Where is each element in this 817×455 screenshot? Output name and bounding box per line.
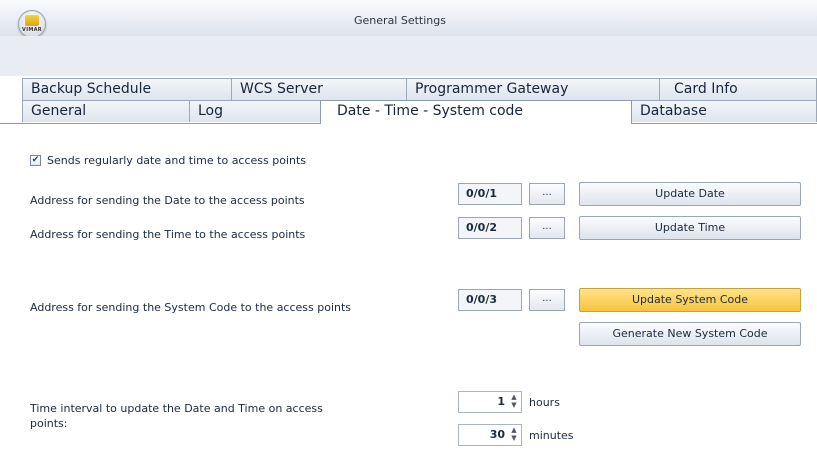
update-date-button[interactable]: Update Date <box>579 182 801 206</box>
syscode-address-field[interactable]: 0/0/3 <box>458 289 522 311</box>
minutes-unit-label: minutes <box>529 429 574 442</box>
interval-label-line1: Time interval to update the Date and Tim… <box>30 402 323 415</box>
logo-box <box>25 15 39 26</box>
tab-date-time-system-code[interactable]: Date - Time - System code <box>320 100 632 124</box>
logo-text: VIMAR <box>22 27 42 33</box>
hours-spinner[interactable]: 1 ▲ ▼ <box>458 391 522 413</box>
syscode-browse-button[interactable]: ... <box>529 289 565 311</box>
tab-programmer-gateway[interactable]: Programmer Gateway <box>406 78 660 100</box>
tab-database[interactable]: Database <box>631 100 817 122</box>
tab-wcs-server[interactable]: WCS Server <box>231 78 407 100</box>
window-title: General Settings <box>354 14 446 27</box>
title-bar: VIMAR General Settings <box>0 0 817 38</box>
tab-card-info[interactable]: Card Info <box>659 78 817 100</box>
hours-spin-arrows-icon[interactable]: ▲ ▼ <box>509 393 519 411</box>
sends-regularly-label: Sends regularly date and time to access … <box>47 154 307 167</box>
syscode-address-label: Address for sending the System Code to t… <box>30 301 352 314</box>
tab-general[interactable]: General <box>22 100 190 122</box>
date-address-field[interactable]: 0/0/1 <box>458 183 522 205</box>
tab-strip <box>0 36 817 76</box>
time-address-label: Address for sending the Time to the acce… <box>30 228 306 241</box>
tab-backup-schedule[interactable]: Backup Schedule <box>22 78 232 100</box>
tab-log[interactable]: Log <box>189 100 321 122</box>
hours-unit-label: hours <box>529 396 560 409</box>
update-system-code-button[interactable]: Update System Code <box>579 288 801 312</box>
hours-value: 1 <box>497 395 505 408</box>
minutes-value: 30 <box>489 428 505 441</box>
minutes-spinner[interactable]: 30 ▲ ▼ <box>458 424 522 446</box>
update-time-button[interactable]: Update Time <box>579 216 801 240</box>
minutes-spin-arrows-icon[interactable]: ▲ ▼ <box>509 426 519 444</box>
time-browse-button[interactable]: ... <box>529 217 565 239</box>
vimar-logo-icon[interactable]: VIMAR <box>18 10 46 38</box>
time-address-field[interactable]: 0/0/2 <box>458 217 522 239</box>
date-browse-button[interactable]: ... <box>529 183 565 205</box>
date-address-label: Address for sending the Date to the acce… <box>30 194 305 207</box>
sends-regularly-checkbox[interactable]: ✔ <box>30 155 41 166</box>
interval-label-line2: points: <box>30 417 68 430</box>
generate-system-code-button[interactable]: Generate New System Code <box>579 322 801 346</box>
